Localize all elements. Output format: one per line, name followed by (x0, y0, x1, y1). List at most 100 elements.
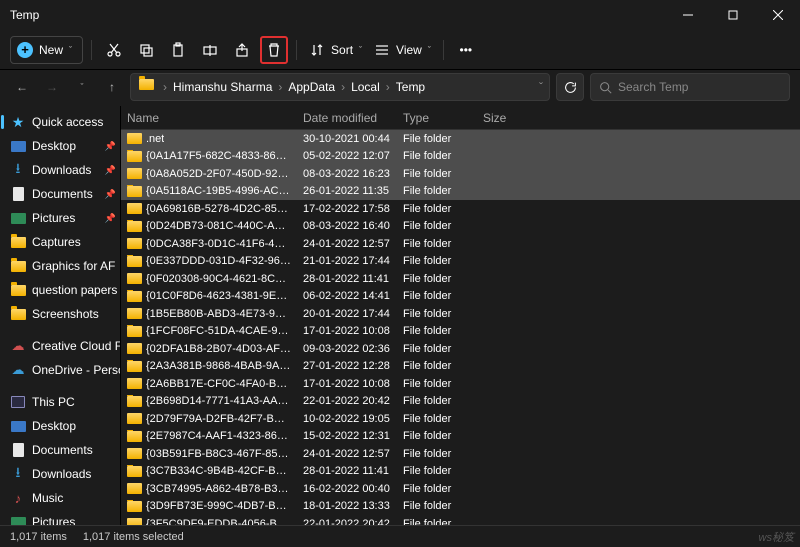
file-date: 30-10-2021 00:44 (297, 133, 397, 145)
sidebar-item[interactable]: Downloads (0, 462, 120, 486)
more-button[interactable]: ••• (452, 36, 480, 64)
file-type: File folder (397, 185, 477, 197)
recent-button[interactable]: ˇ (70, 75, 94, 99)
file-row[interactable]: {2D79F79A-D2FB-42F7-BC6D-1516B6710...10-… (121, 410, 800, 428)
sidebar-item-label: Documents (32, 443, 93, 457)
sidebar-item[interactable]: Desktop (0, 414, 120, 438)
window-title: Temp (10, 8, 39, 22)
sidebar-item[interactable]: question papers (0, 278, 120, 302)
header-size[interactable]: Size (477, 111, 557, 125)
folderico (10, 282, 26, 298)
file-name: {03B591FB-B8C3-467F-8534-328774B0EF... (146, 448, 291, 460)
header-date[interactable]: Date modified (297, 111, 397, 125)
sidebar-item[interactable]: OneDrive - Person (0, 358, 120, 382)
cut-button[interactable] (100, 36, 128, 64)
sidebar-item[interactable]: Desktop📌 (0, 134, 120, 158)
crumb[interactable]: Himanshu Sharma (171, 80, 274, 94)
file-type: File folder (397, 150, 477, 162)
file-row[interactable]: {03B591FB-B8C3-467F-8534-328774B0EF... 24… (121, 445, 800, 463)
header-name[interactable]: Name (121, 111, 297, 125)
address-bar: ← → ˇ ↑ › Himanshu Sharma › AppData › Lo… (0, 70, 800, 106)
folder-icon (127, 378, 142, 389)
sidebar-item[interactable]: Downloads📌 (0, 158, 120, 182)
file-type: File folder (397, 395, 477, 407)
sidebar-item[interactable]: Creative Cloud Fil (0, 334, 120, 358)
folder-icon (127, 413, 142, 424)
file-row[interactable]: {0F020308-90C4-4621-8C53-4CE7775A6A...28… (121, 270, 800, 288)
file-name: {2A6BB17E-CF0C-4FA0-BEED-277CAC5E3... (146, 378, 291, 390)
file-type: File folder (397, 308, 477, 320)
file-row[interactable]: {02DFA1B8-2B07-4D03-AFBB-8A6BC7C0...09-0… (121, 340, 800, 358)
file-date: 22-01-2022 20:42 (297, 395, 397, 407)
crumb[interactable]: Temp (394, 80, 427, 94)
file-row[interactable]: {2B698D14-7771-41A3-AAA1-BF4B08CA0...22-… (121, 393, 800, 411)
sidebar-item[interactable]: Screenshots (0, 302, 120, 326)
file-row[interactable]: {0A8A052D-2F07-450D-9204-31510C4DA...08-… (121, 165, 800, 183)
delete-button[interactable] (260, 36, 288, 64)
file-row[interactable]: {0A5118AC-19B5-4996-ACFE-4940439D9...26-… (121, 183, 800, 201)
file-row[interactable]: {0DCA38F3-0D1C-41F6-4A13-C6D6CFB4...24-0… (121, 235, 800, 253)
sidebar-quick-access[interactable]: ★Quick access (0, 110, 120, 134)
file-row[interactable]: {01C0F8D6-4623-4381-9E8C-DF3D5ABF8...06-… (121, 288, 800, 306)
paste-button[interactable] (164, 36, 192, 64)
crumb[interactable]: AppData (286, 80, 337, 94)
rename-button[interactable] (196, 36, 224, 64)
share-button[interactable] (228, 36, 256, 64)
file-type: File folder (397, 448, 477, 460)
sidebar-this-pc[interactable]: This PC (0, 390, 120, 414)
file-row[interactable]: {3C7B334C-9B4B-42CF-BB55-93006C5E9...28-… (121, 463, 800, 481)
search-input[interactable] (618, 80, 781, 94)
folder-icon (127, 343, 142, 354)
toolbar: + New ˇ Sort ˇ View ˇ ••• (0, 30, 800, 70)
up-button[interactable]: ↑ (100, 75, 124, 99)
forward-button[interactable]: → (40, 75, 64, 99)
chevron-down-icon: ˇ (69, 45, 72, 55)
file-row[interactable]: .net30-10-2021 00:44File folder (121, 130, 800, 148)
refresh-button[interactable] (556, 73, 584, 101)
sidebar-item[interactable]: Graphics for AF (0, 254, 120, 278)
view-button[interactable]: View ˇ (370, 36, 435, 64)
search-box[interactable] (590, 73, 790, 101)
copy-button[interactable] (132, 36, 160, 64)
breadcrumbs[interactable]: › Himanshu Sharma › AppData › Local › Te… (130, 73, 550, 101)
file-date: 24-01-2022 12:57 (297, 448, 397, 460)
sidebar-item[interactable]: Captures (0, 230, 120, 254)
sidebar-item-label: question papers (32, 283, 117, 297)
sort-button[interactable]: Sort ˇ (305, 36, 366, 64)
file-name: {1FCF08FC-51DA-4CAE-9981-44EFBDCA5... (146, 325, 291, 337)
file-row[interactable]: {3F5C9DF9-EDDB-4056-BBBD-64331725E5...22… (121, 515, 800, 525)
back-button[interactable]: ← (10, 75, 34, 99)
file-row[interactable]: {3CB74995-A862-4B78-B360-4E6374D143...16… (121, 480, 800, 498)
file-date: 26-01-2022 11:35 (297, 185, 397, 197)
dropdown-icon[interactable]: ˇ (537, 80, 545, 94)
file-date: 06-02-2022 14:41 (297, 290, 397, 302)
sidebar-item[interactable]: Documents (0, 438, 120, 462)
file-date: 09-03-2022 02:36 (297, 343, 397, 355)
crumb[interactable]: Local (349, 80, 382, 94)
cloud-ico (10, 338, 26, 354)
sidebar-item-label: Documents (32, 187, 93, 201)
sidebar-item[interactable]: Pictures📌 (0, 206, 120, 230)
maximize-button[interactable] (710, 0, 755, 30)
file-row[interactable]: {0E337DDD-031D-4F32-969F-1DFD189964...21… (121, 253, 800, 271)
file-row[interactable]: {0A1A17F5-682C-4833-86D0-71430E31EF...05… (121, 148, 800, 166)
file-row[interactable]: {2E7987C4-AAF1-4323-86CB-8EB0F92F23...15… (121, 428, 800, 446)
header-type[interactable]: Type (397, 111, 477, 125)
file-row[interactable]: {2A3A381B-9868-4BAB-9A79-8F007CBD8...27-… (121, 358, 800, 376)
minimize-button[interactable] (665, 0, 710, 30)
file-name: {3CB74995-A862-4B78-B360-4E6374D143... (146, 483, 291, 495)
sidebar-item[interactable]: Music (0, 486, 120, 510)
file-list[interactable]: .net30-10-2021 00:44File folder{0A1A17F5… (121, 130, 800, 525)
new-button[interactable]: + New ˇ (10, 36, 83, 64)
close-button[interactable] (755, 0, 800, 30)
file-row[interactable]: {1B5EB80B-ABD3-4E73-9E6E-B400B45B1...20-… (121, 305, 800, 323)
file-row[interactable]: {2A6BB17E-CF0C-4FA0-BEED-277CAC5E3...17-… (121, 375, 800, 393)
file-row[interactable]: {1FCF08FC-51DA-4CAE-9981-44EFBDCA5...17-… (121, 323, 800, 341)
view-label: View (396, 43, 422, 57)
sidebar-item[interactable]: Pictures (0, 510, 120, 525)
file-row[interactable]: {3D9FB73E-999C-4DB7-B14C-D2AE3FC7A...18-… (121, 498, 800, 516)
file-row[interactable]: {0A69816B-5278-4D2C-8519-4D21C5646B...17… (121, 200, 800, 218)
sidebar-item[interactable]: Documents📌 (0, 182, 120, 206)
sidebar-item-label: Creative Cloud Fil (32, 339, 120, 353)
file-row[interactable]: {0D24DB73-081C-440C-ABBD-D70FC2371...08-… (121, 218, 800, 236)
